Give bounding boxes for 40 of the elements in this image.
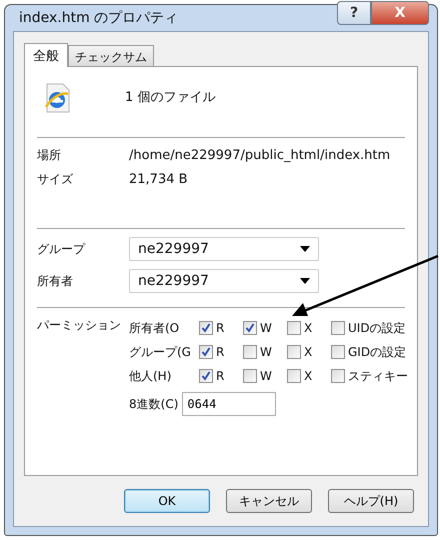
field-label: 所有者 xyxy=(37,273,74,290)
checkmark-icon xyxy=(245,323,255,333)
checkmark-icon xyxy=(201,347,211,357)
field-label: サイズ xyxy=(37,170,74,188)
checkbox-option[interactable]: W xyxy=(243,343,287,361)
caret-down-icon xyxy=(300,278,310,284)
checkmark-icon xyxy=(201,371,211,381)
checkmark-icon xyxy=(201,323,211,333)
checkbox-option[interactable]: R xyxy=(199,343,243,361)
help-button[interactable]: ? xyxy=(337,1,371,25)
permissions-label: パーミッション xyxy=(37,317,122,334)
checkbox-option[interactable]: GIDの設定 xyxy=(331,343,406,361)
file-count-text: 1 個のファイル xyxy=(125,89,216,108)
tab[interactable]: 全般 xyxy=(24,43,68,67)
checkbox-option[interactable]: X xyxy=(287,319,331,337)
field-label: 場所 xyxy=(37,147,62,164)
dialog-button[interactable]: ヘルプ(H) xyxy=(328,489,414,513)
dropdown[interactable]: ne229997 xyxy=(129,269,319,293)
window-title: index.htm のプロパティ xyxy=(18,8,178,28)
field-value: /home/ne229997/public_html/index.htm xyxy=(129,147,390,165)
checkbox-option[interactable]: R xyxy=(199,319,243,337)
checkbox-option[interactable]: X xyxy=(287,343,331,361)
row-label: グループ(G xyxy=(129,344,192,361)
tab[interactable]: チェックサム xyxy=(68,45,154,66)
checkbox-option[interactable]: スティキー xyxy=(331,367,408,385)
octal-label: 8進数(C) xyxy=(129,396,178,413)
checkbox-option[interactable]: W xyxy=(243,367,287,385)
field-label: グループ xyxy=(37,241,86,258)
dropdown[interactable]: ne229997 xyxy=(129,237,319,261)
row-label: 他人(H) xyxy=(129,368,172,385)
checkbox-option[interactable]: X xyxy=(287,367,331,385)
octal-field[interactable]: 0644 xyxy=(182,392,276,416)
caret-down-icon xyxy=(300,246,310,252)
field-value: 21,734 B xyxy=(129,170,188,188)
row-label: 所有者(O xyxy=(129,320,180,337)
dialog-button[interactable]: キャンセル xyxy=(226,489,312,513)
checkbox-option[interactable]: UIDの設定 xyxy=(331,319,406,337)
checkbox-option[interactable]: W xyxy=(243,319,287,337)
checkbox-option[interactable]: R xyxy=(199,367,243,385)
dialog-button[interactable]: OK xyxy=(124,489,210,513)
